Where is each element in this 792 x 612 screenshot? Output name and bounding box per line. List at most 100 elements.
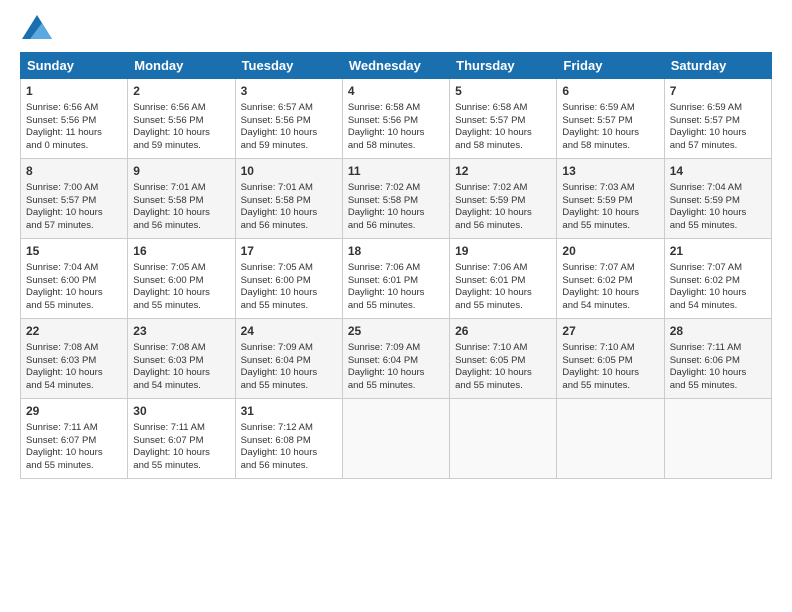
calendar-day-cell: 18 Sunrise: 7:06 AM Sunset: 6:01 PM Dayli…	[342, 239, 449, 319]
calendar-day-cell	[557, 399, 664, 479]
calendar-day-cell: 26 Sunrise: 7:10 AM Sunset: 6:05 PM Dayli…	[450, 319, 557, 399]
calendar-day-cell: 2 Sunrise: 6:56 AM Sunset: 5:56 PM Daylig…	[128, 79, 235, 159]
day-info: Sunrise: 6:56 AM Sunset: 5:56 PM Dayligh…	[133, 102, 229, 153]
calendar-day-cell: 1 Sunrise: 6:56 AM Sunset: 5:56 PM Daylig…	[21, 79, 128, 159]
calendar-day-cell: 21 Sunrise: 7:07 AM Sunset: 6:02 PM Dayli…	[664, 239, 771, 319]
day-number: 12	[455, 163, 551, 180]
calendar-day-cell: 9 Sunrise: 7:01 AM Sunset: 5:58 PM Daylig…	[128, 159, 235, 239]
day-number: 10	[241, 163, 337, 180]
day-info: Sunrise: 7:07 AM Sunset: 6:02 PM Dayligh…	[562, 262, 658, 313]
day-number: 24	[241, 323, 337, 340]
day-info: Sunrise: 6:58 AM Sunset: 5:56 PM Dayligh…	[348, 102, 444, 153]
day-number: 23	[133, 323, 229, 340]
day-info: Sunrise: 7:01 AM Sunset: 5:58 PM Dayligh…	[241, 182, 337, 233]
day-info: Sunrise: 7:01 AM Sunset: 5:58 PM Dayligh…	[133, 182, 229, 233]
day-number: 25	[348, 323, 444, 340]
calendar-day-cell: 4 Sunrise: 6:58 AM Sunset: 5:56 PM Daylig…	[342, 79, 449, 159]
calendar-week-row: 15Sunrise: 7:04 AM Sunset: 6:00 PM Dayli…	[21, 239, 772, 319]
day-number: 22	[26, 323, 122, 340]
day-info: Sunrise: 7:09 AM Sunset: 6:04 PM Dayligh…	[348, 342, 444, 393]
logo-icon	[22, 15, 52, 39]
day-number: 16	[133, 243, 229, 260]
day-number: 2	[133, 83, 229, 100]
day-info: Sunrise: 7:10 AM Sunset: 6:05 PM Dayligh…	[455, 342, 551, 393]
calendar-day-cell: 11 Sunrise: 7:02 AM Sunset: 5:58 PM Dayli…	[342, 159, 449, 239]
calendar-weekday-sunday: Sunday	[21, 53, 128, 79]
day-info: Sunrise: 7:11 AM Sunset: 6:07 PM Dayligh…	[26, 422, 122, 473]
day-info: Sunrise: 7:05 AM Sunset: 6:00 PM Dayligh…	[241, 262, 337, 313]
day-info: Sunrise: 7:08 AM Sunset: 6:03 PM Dayligh…	[26, 342, 122, 393]
day-number: 30	[133, 403, 229, 420]
day-info: Sunrise: 7:02 AM Sunset: 5:59 PM Dayligh…	[455, 182, 551, 233]
day-info: Sunrise: 6:59 AM Sunset: 5:57 PM Dayligh…	[670, 102, 766, 153]
day-number: 28	[670, 323, 766, 340]
day-info: Sunrise: 7:04 AM Sunset: 5:59 PM Dayligh…	[670, 182, 766, 233]
day-number: 26	[455, 323, 551, 340]
day-number: 20	[562, 243, 658, 260]
page-container: SundayMondayTuesdayWednesdayThursdayFrid…	[0, 0, 792, 489]
calendar-day-cell: 15Sunrise: 7:04 AM Sunset: 6:00 PM Dayli…	[21, 239, 128, 319]
calendar-weekday-thursday: Thursday	[450, 53, 557, 79]
day-info: Sunrise: 6:58 AM Sunset: 5:57 PM Dayligh…	[455, 102, 551, 153]
calendar-day-cell	[450, 399, 557, 479]
calendar-day-cell: 3Sunrise: 6:57 AM Sunset: 5:56 PM Daylig…	[235, 79, 342, 159]
day-number: 4	[348, 83, 444, 100]
calendar-day-cell: 16 Sunrise: 7:05 AM Sunset: 6:00 PM Dayli…	[128, 239, 235, 319]
calendar-header-row: SundayMondayTuesdayWednesdayThursdayFrid…	[21, 53, 772, 79]
calendar-day-cell: 31Sunrise: 7:12 AM Sunset: 6:08 PM Dayli…	[235, 399, 342, 479]
day-number: 13	[562, 163, 658, 180]
day-info: Sunrise: 7:06 AM Sunset: 6:01 PM Dayligh…	[455, 262, 551, 313]
day-info: Sunrise: 6:59 AM Sunset: 5:57 PM Dayligh…	[562, 102, 658, 153]
calendar-day-cell: 24 Sunrise: 7:09 AM Sunset: 6:04 PM Dayli…	[235, 319, 342, 399]
calendar-day-cell: 6 Sunrise: 6:59 AM Sunset: 5:57 PM Daylig…	[557, 79, 664, 159]
day-info: Sunrise: 7:08 AM Sunset: 6:03 PM Dayligh…	[133, 342, 229, 393]
logo-text	[20, 15, 52, 44]
day-info: Sunrise: 7:06 AM Sunset: 6:01 PM Dayligh…	[348, 262, 444, 313]
day-info: Sunrise: 7:05 AM Sunset: 6:00 PM Dayligh…	[133, 262, 229, 313]
day-number: 29	[26, 403, 122, 420]
calendar-weekday-friday: Friday	[557, 53, 664, 79]
day-number: 21	[670, 243, 766, 260]
calendar-day-cell: 12 Sunrise: 7:02 AM Sunset: 5:59 PM Dayli…	[450, 159, 557, 239]
calendar-weekday-wednesday: Wednesday	[342, 53, 449, 79]
day-number: 17	[241, 243, 337, 260]
day-info: Sunrise: 7:12 AM Sunset: 6:08 PM Dayligh…	[241, 422, 337, 473]
calendar-day-cell: 17 Sunrise: 7:05 AM Sunset: 6:00 PM Dayli…	[235, 239, 342, 319]
day-number: 6	[562, 83, 658, 100]
day-number: 11	[348, 163, 444, 180]
day-info: Sunrise: 7:11 AM Sunset: 6:07 PM Dayligh…	[133, 422, 229, 473]
calendar-day-cell: 13 Sunrise: 7:03 AM Sunset: 5:59 PM Dayli…	[557, 159, 664, 239]
day-info: Sunrise: 7:02 AM Sunset: 5:58 PM Dayligh…	[348, 182, 444, 233]
calendar-day-cell: 28 Sunrise: 7:11 AM Sunset: 6:06 PM Dayli…	[664, 319, 771, 399]
calendar-week-row: 22 Sunrise: 7:08 AM Sunset: 6:03 PM Dayli…	[21, 319, 772, 399]
calendar-day-cell: 25 Sunrise: 7:09 AM Sunset: 6:04 PM Dayli…	[342, 319, 449, 399]
calendar-day-cell: 29 Sunrise: 7:11 AM Sunset: 6:07 PM Dayli…	[21, 399, 128, 479]
calendar-weekday-monday: Monday	[128, 53, 235, 79]
header	[20, 15, 772, 44]
calendar-day-cell: 5 Sunrise: 6:58 AM Sunset: 5:57 PM Daylig…	[450, 79, 557, 159]
day-number: 1	[26, 83, 122, 100]
day-info: Sunrise: 6:56 AM Sunset: 5:56 PM Dayligh…	[26, 102, 122, 153]
day-info: Sunrise: 7:09 AM Sunset: 6:04 PM Dayligh…	[241, 342, 337, 393]
calendar-day-cell	[342, 399, 449, 479]
day-number: 7	[670, 83, 766, 100]
calendar-day-cell: 8Sunrise: 7:00 AM Sunset: 5:57 PM Daylig…	[21, 159, 128, 239]
day-info: Sunrise: 7:10 AM Sunset: 6:05 PM Dayligh…	[562, 342, 658, 393]
calendar-day-cell: 27Sunrise: 7:10 AM Sunset: 6:05 PM Dayli…	[557, 319, 664, 399]
day-info: Sunrise: 7:07 AM Sunset: 6:02 PM Dayligh…	[670, 262, 766, 313]
calendar-week-row: 8Sunrise: 7:00 AM Sunset: 5:57 PM Daylig…	[21, 159, 772, 239]
day-number: 18	[348, 243, 444, 260]
logo	[20, 15, 52, 44]
day-info: Sunrise: 6:57 AM Sunset: 5:56 PM Dayligh…	[241, 102, 337, 153]
day-number: 9	[133, 163, 229, 180]
calendar-day-cell	[664, 399, 771, 479]
calendar-weekday-saturday: Saturday	[664, 53, 771, 79]
day-info: Sunrise: 7:11 AM Sunset: 6:06 PM Dayligh…	[670, 342, 766, 393]
day-info: Sunrise: 7:00 AM Sunset: 5:57 PM Dayligh…	[26, 182, 122, 233]
day-info: Sunrise: 7:03 AM Sunset: 5:59 PM Dayligh…	[562, 182, 658, 233]
calendar-week-row: 29 Sunrise: 7:11 AM Sunset: 6:07 PM Dayli…	[21, 399, 772, 479]
day-number: 5	[455, 83, 551, 100]
calendar-day-cell: 22 Sunrise: 7:08 AM Sunset: 6:03 PM Dayli…	[21, 319, 128, 399]
day-number: 19	[455, 243, 551, 260]
calendar-day-cell: 10 Sunrise: 7:01 AM Sunset: 5:58 PM Dayli…	[235, 159, 342, 239]
